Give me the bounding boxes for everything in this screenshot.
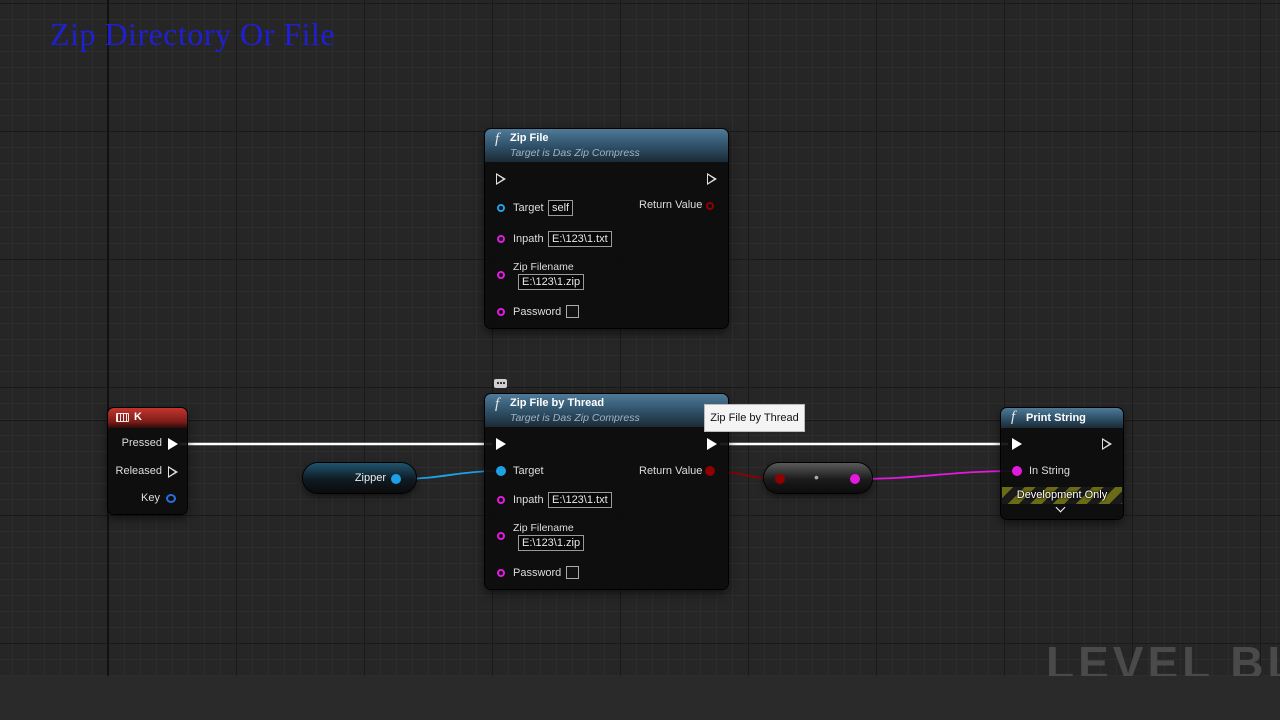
comment-bubble-icon[interactable]	[494, 379, 507, 388]
zip-file-by-thread-node[interactable]: f Zip File by Thread Target is Das Zip C…	[485, 394, 728, 589]
target-value-field[interactable]: self	[548, 200, 574, 216]
chevron-down-icon[interactable]	[1055, 502, 1066, 513]
exec-out-pin[interactable]	[707, 438, 717, 450]
password-label: Password	[513, 567, 562, 579]
zip-filename-value-field[interactable]: E:\123\1.zip	[518, 535, 585, 551]
return-value-pin[interactable]	[706, 202, 714, 210]
in-string-pin[interactable]	[1012, 466, 1022, 476]
zip-filename-pin[interactable]	[497, 532, 505, 540]
inpath-value-field[interactable]: E:\123\1.txt	[548, 231, 612, 247]
key-k-event-node[interactable]: K Pressed Released Key	[108, 408, 187, 514]
conversion-dot: •	[814, 469, 819, 485]
zip-filename-pin[interactable]	[497, 271, 505, 279]
return-value-label: Return Value	[639, 465, 703, 477]
function-icon: f	[495, 131, 500, 147]
zipper-output-pin[interactable]	[391, 474, 401, 484]
target-label: Target	[513, 202, 544, 214]
zip-filename-label: Zip Filename	[513, 522, 574, 534]
inpath-pin[interactable]	[497, 235, 505, 243]
exec-out-pin[interactable]	[1102, 438, 1112, 450]
return-value-pin[interactable]	[705, 466, 715, 476]
zip-file-node[interactable]: f Zip File Target is Das Zip Compress Ta…	[485, 129, 728, 328]
print-string-node[interactable]: f Print String In String Development Onl…	[1001, 408, 1123, 519]
node-title: Zip File	[510, 132, 549, 144]
in-string-label: In String	[1029, 465, 1070, 477]
exec-in-pin[interactable]	[1012, 438, 1022, 450]
graph-type-watermark: LEVEL BLU	[1046, 640, 1280, 676]
inpath-pin[interactable]	[497, 496, 505, 504]
target-pin[interactable]	[497, 204, 505, 212]
key-event-title: K	[134, 411, 142, 423]
conversion-output-pin[interactable]	[850, 474, 860, 484]
inpath-value-field[interactable]: E:\123\1.txt	[548, 492, 612, 508]
node-tooltip: Zip File by Thread	[704, 404, 805, 432]
zip-filename-label: Zip Filename	[513, 261, 574, 273]
inpath-label: Inpath	[513, 494, 544, 506]
key-event-header[interactable]: K	[108, 408, 187, 428]
development-only-label: Development Only	[1016, 489, 1108, 501]
function-icon: f	[495, 396, 500, 412]
key-struct-pin[interactable]	[166, 494, 176, 503]
key-label: Key	[141, 492, 160, 504]
exec-out-pin[interactable]	[707, 173, 717, 185]
zip-file-node-header[interactable]: f Zip File Target is Das Zip Compress	[485, 129, 728, 162]
return-value-label: Return Value	[639, 199, 703, 211]
exec-in-pin[interactable]	[496, 173, 506, 185]
bool-to-string-conversion-node[interactable]: •	[764, 463, 872, 493]
string-wire-convert-to-instring	[857, 470, 1015, 480]
exec-in-pin[interactable]	[496, 438, 506, 450]
pressed-exec-pin[interactable]	[168, 438, 178, 450]
password-checkbox[interactable]	[566, 566, 579, 579]
password-pin[interactable]	[497, 308, 505, 316]
function-icon: f	[1011, 409, 1016, 425]
released-label: Released	[115, 465, 162, 477]
blueprint-graph-canvas[interactable]: Zip Directory Or File f Zip File Target …	[0, 0, 1280, 676]
keyboard-icon	[116, 413, 129, 422]
password-checkbox[interactable]	[566, 305, 579, 318]
target-pin[interactable]	[496, 466, 506, 476]
editor-bottom-bar	[0, 676, 1280, 720]
inpath-label: Inpath	[513, 233, 544, 245]
print-string-header[interactable]: f Print String	[1001, 408, 1123, 428]
zipper-variable-node[interactable]: Zipper	[303, 463, 416, 493]
password-pin[interactable]	[497, 569, 505, 577]
zip-filename-value-field[interactable]: E:\123\1.zip	[518, 274, 585, 290]
node-subtitle: Target is Das Zip Compress	[510, 412, 640, 424]
password-label: Password	[513, 306, 562, 318]
conversion-input-pin[interactable]	[775, 474, 785, 484]
print-string-title: Print String	[1026, 412, 1086, 424]
node-subtitle: Target is Das Zip Compress	[510, 147, 640, 159]
development-only-banner: Development Only	[1002, 487, 1122, 504]
target-label: Target	[513, 465, 544, 477]
pressed-label: Pressed	[121, 437, 162, 449]
zipper-label: Zipper	[354, 472, 386, 484]
released-exec-pin[interactable]	[168, 466, 178, 478]
node-title: Zip File by Thread	[510, 397, 605, 409]
zip-file-by-thread-node-header[interactable]: f Zip File by Thread Target is Das Zip C…	[485, 394, 728, 427]
